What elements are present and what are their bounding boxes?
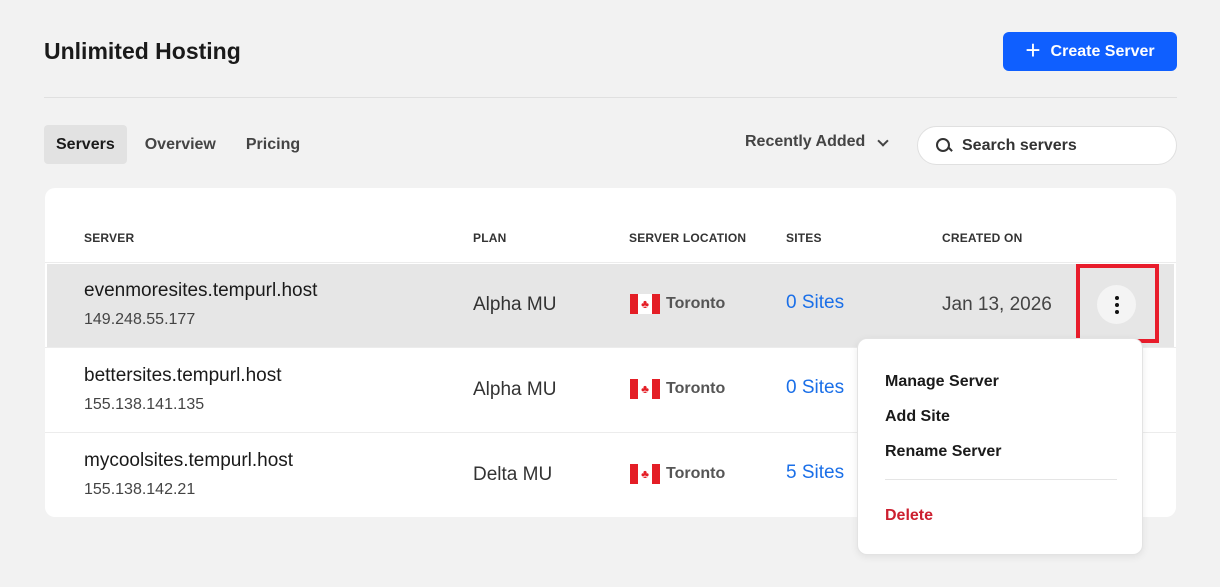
location-label: Toronto [666,295,726,312]
more-vertical-icon [1114,295,1119,300]
column-header-server: SERVER [84,231,135,245]
menu-divider [885,479,1117,480]
tab-servers[interactable]: Servers [44,125,127,164]
create-server-label: Create Server [1050,42,1155,60]
search-icon [936,137,952,154]
created-date: Jan 13, 2026 [942,294,1052,315]
plus-icon: + [1025,35,1041,65]
column-header-location: SERVER LOCATION [629,231,747,245]
tab-pricing[interactable]: Pricing [234,125,312,164]
row-divider [45,262,1176,263]
server-location: ♣ Toronto [630,294,725,314]
search-box[interactable] [917,126,1177,165]
server-name[interactable]: evenmoresites.tempurl.host [84,280,317,302]
canada-flag-icon: ♣ [630,379,660,399]
server-plan: Alpha MU [473,294,557,315]
sort-dropdown[interactable]: Recently Added [745,133,889,151]
column-header-plan: PLAN [473,231,507,245]
menu-item-delete[interactable]: Delete [885,507,933,525]
canada-flag-icon: ♣ [630,464,660,484]
canada-flag-icon: ♣ [630,294,660,314]
server-plan: Delta MU [473,464,553,485]
chevron-down-icon [877,134,889,147]
tab-overview[interactable]: Overview [133,125,228,164]
column-header-created: CREATED ON [942,231,1023,245]
server-location: ♣ Toronto [630,379,725,399]
sites-link[interactable]: 5 Sites [786,462,844,484]
sort-label: Recently Added [745,133,866,150]
menu-item-manage-server[interactable]: Manage Server [885,373,999,391]
menu-item-rename-server[interactable]: Rename Server [885,443,1002,461]
server-name[interactable]: mycoolsites.tempurl.host [84,450,293,472]
sites-link[interactable]: 0 Sites [786,377,844,399]
page-title: Unlimited Hosting [44,38,241,64]
table-row[interactable]: evenmoresites.tempurl.host 149.248.55.17… [47,264,1174,348]
server-ip: 149.248.55.177 [84,311,196,328]
server-ip: 155.138.142.21 [84,481,196,498]
location-label: Toronto [666,380,726,397]
server-location: ♣ Toronto [630,464,725,484]
search-input[interactable] [962,136,1162,155]
server-ip: 155.138.141.135 [84,396,205,413]
server-plan: Alpha MU [473,379,557,400]
create-server-button[interactable]: + Create Server [1003,32,1177,71]
header-divider [44,97,1177,98]
tab-bar: Servers Overview Pricing [44,125,312,164]
column-header-sites: SITES [786,231,822,245]
menu-item-add-site[interactable]: Add Site [885,408,950,426]
location-label: Toronto [666,465,726,482]
server-name[interactable]: bettersites.tempurl.host [84,365,281,387]
server-actions-menu: Manage Server Add Site Rename Server Del… [857,338,1143,555]
sites-link[interactable]: 0 Sites [786,292,844,314]
more-actions-button[interactable] [1097,285,1136,324]
